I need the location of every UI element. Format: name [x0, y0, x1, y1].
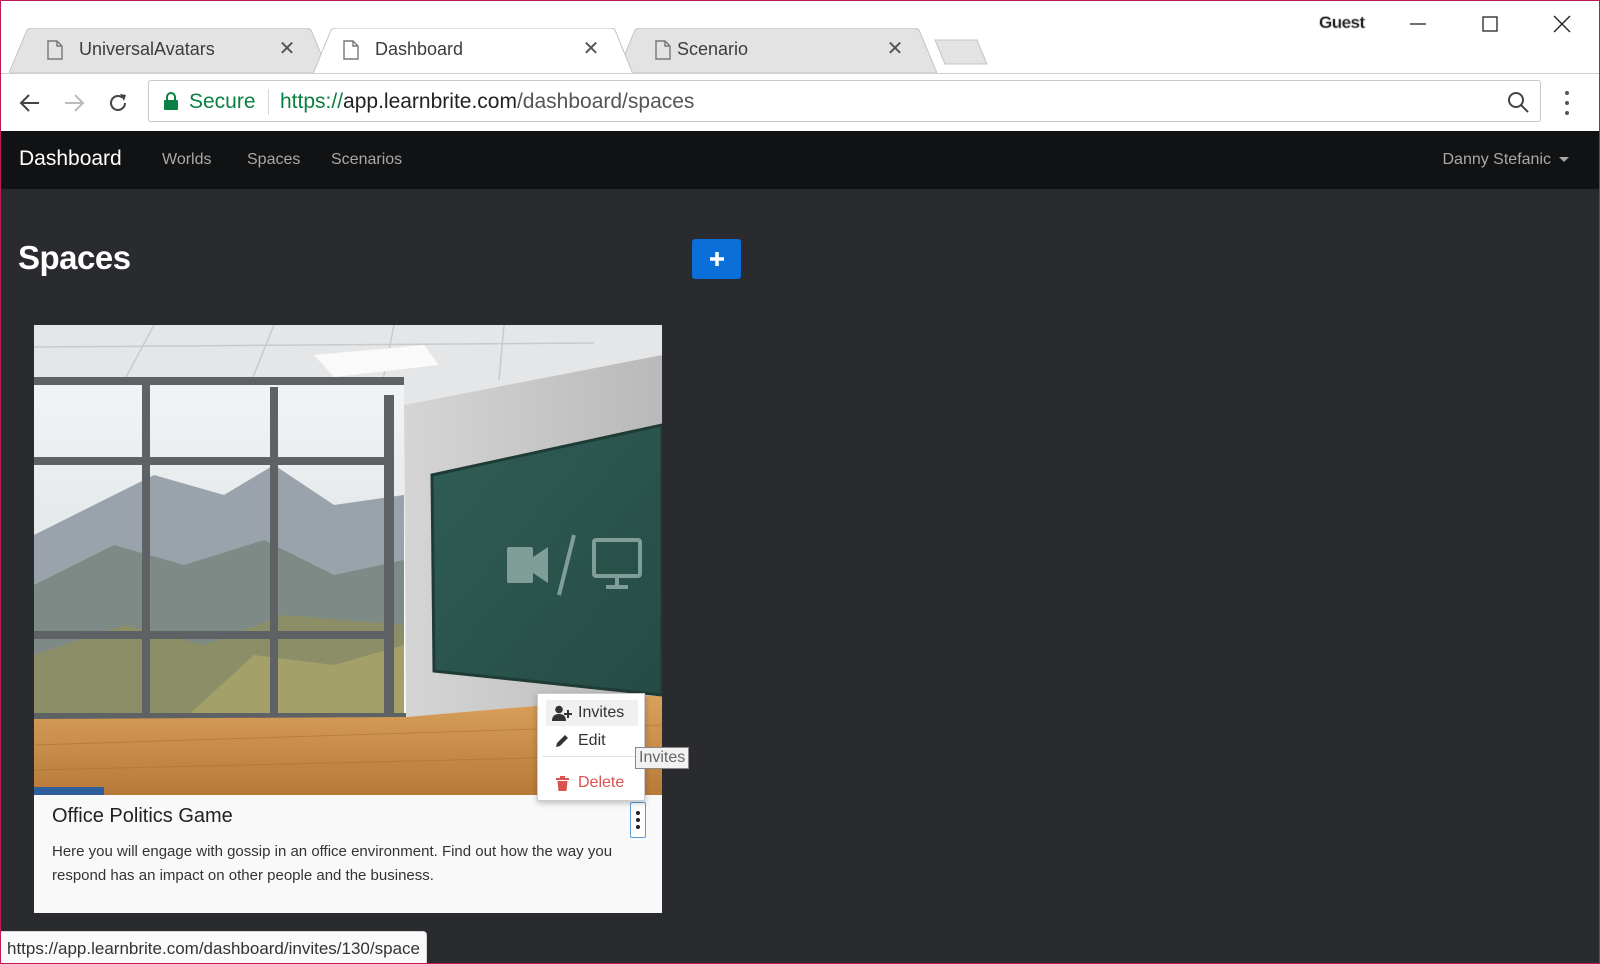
tab-title: Dashboard [375, 39, 464, 59]
lock-icon [164, 92, 178, 110]
maximize-button[interactable] [1467, 7, 1513, 41]
page-title: Spaces [18, 239, 131, 276]
url-text[interactable]: https://app.learnbrite.com/dashboard/spa… [280, 90, 694, 114]
tab-title: UniversalAvatars [79, 39, 215, 59]
add-space-button[interactable] [692, 239, 741, 279]
arrow-right-icon [65, 94, 85, 112]
close-icon [1553, 15, 1571, 33]
address-bar[interactable]: Secure https://app.learnbrite.com/dashbo… [148, 80, 1541, 122]
user-name: Danny Stefanic [1442, 151, 1551, 168]
search-icon[interactable] [1506, 90, 1530, 114]
tooltip: Invites [635, 747, 690, 769]
url-scheme: https:// [280, 90, 344, 113]
arrow-left-icon [19, 94, 39, 112]
pencil-icon [550, 734, 574, 748]
user-plus-icon [550, 705, 574, 721]
app-navbar: Dashboard Worlds Spaces Scenarios Danny … [1, 131, 1599, 189]
menu-item-label: Edit [578, 732, 606, 749]
space-card: Office Politics Game Here you will engag… [34, 325, 690, 913]
forward-button[interactable] [55, 84, 93, 122]
tab-dashboard[interactable]: Dashboard ✕ [313, 28, 633, 74]
minimize-icon [1410, 23, 1426, 25]
close-icon[interactable]: ✕ [277, 39, 297, 59]
browser-menu-button[interactable] [1559, 88, 1575, 118]
nav-link-worlds[interactable]: Worlds [162, 151, 212, 169]
profile-label[interactable]: Guest [1319, 13, 1365, 33]
page-icon [47, 40, 63, 60]
trash-icon [550, 775, 574, 791]
tab-strip: UniversalAvatars ✕ Scenario ✕ Dashboard … [1, 1, 1599, 74]
back-button[interactable] [11, 84, 49, 122]
reload-button[interactable] [99, 84, 137, 122]
close-icon[interactable]: ✕ [885, 39, 905, 59]
page-icon [343, 40, 359, 60]
menu-item-edit[interactable]: Edit [546, 728, 638, 754]
url-path: /dashboard/spaces [516, 90, 695, 113]
navbar-brand[interactable]: Dashboard [19, 147, 122, 171]
plus-icon [709, 252, 724, 266]
browser-toolbar: Secure https://app.learnbrite.com/dashbo… [1, 73, 1599, 131]
menu-item-invites[interactable]: Invites [546, 700, 638, 726]
menu-divider [542, 756, 640, 757]
user-menu[interactable]: Danny Stefanic [1442, 151, 1569, 169]
tab-universalavatars[interactable]: UniversalAvatars ✕ [9, 28, 329, 73]
tab-title: Scenario [677, 39, 749, 59]
card-title[interactable]: Office Politics Game [52, 805, 233, 828]
page-icon [655, 40, 671, 60]
menu-item-label: Delete [578, 774, 625, 791]
reload-icon [110, 94, 126, 111]
card-dropdown-menu: Invites Edit Delete [537, 693, 645, 801]
menu-item-delete[interactable]: Delete [546, 770, 638, 796]
new-tab-button[interactable] [933, 38, 989, 66]
browser-window: UniversalAvatars ✕ Scenario ✕ Dashboard … [0, 0, 1600, 964]
card-options-button[interactable] [630, 802, 646, 838]
video-camera-icon [507, 547, 548, 583]
minimize-button[interactable] [1395, 7, 1441, 41]
nav-link-scenarios[interactable]: Scenarios [331, 151, 402, 169]
caret-down-icon [1559, 157, 1569, 163]
close-icon[interactable]: ✕ [581, 39, 601, 59]
secure-label: Secure [189, 90, 256, 113]
omnibox-divider [268, 89, 269, 115]
close-window-button[interactable] [1539, 7, 1585, 41]
status-bar-url: https://app.learnbrite.com/dashboard/inv… [1, 931, 427, 963]
card-description: Here you will engage with gossip in an o… [52, 843, 613, 884]
tab-scenario[interactable]: Scenario ✕ [617, 28, 937, 73]
nav-link-spaces[interactable]: Spaces [247, 151, 300, 169]
url-host: app.learnbrite.com [343, 90, 517, 113]
menu-item-label: Invites [578, 704, 625, 721]
maximize-icon [1482, 16, 1498, 32]
